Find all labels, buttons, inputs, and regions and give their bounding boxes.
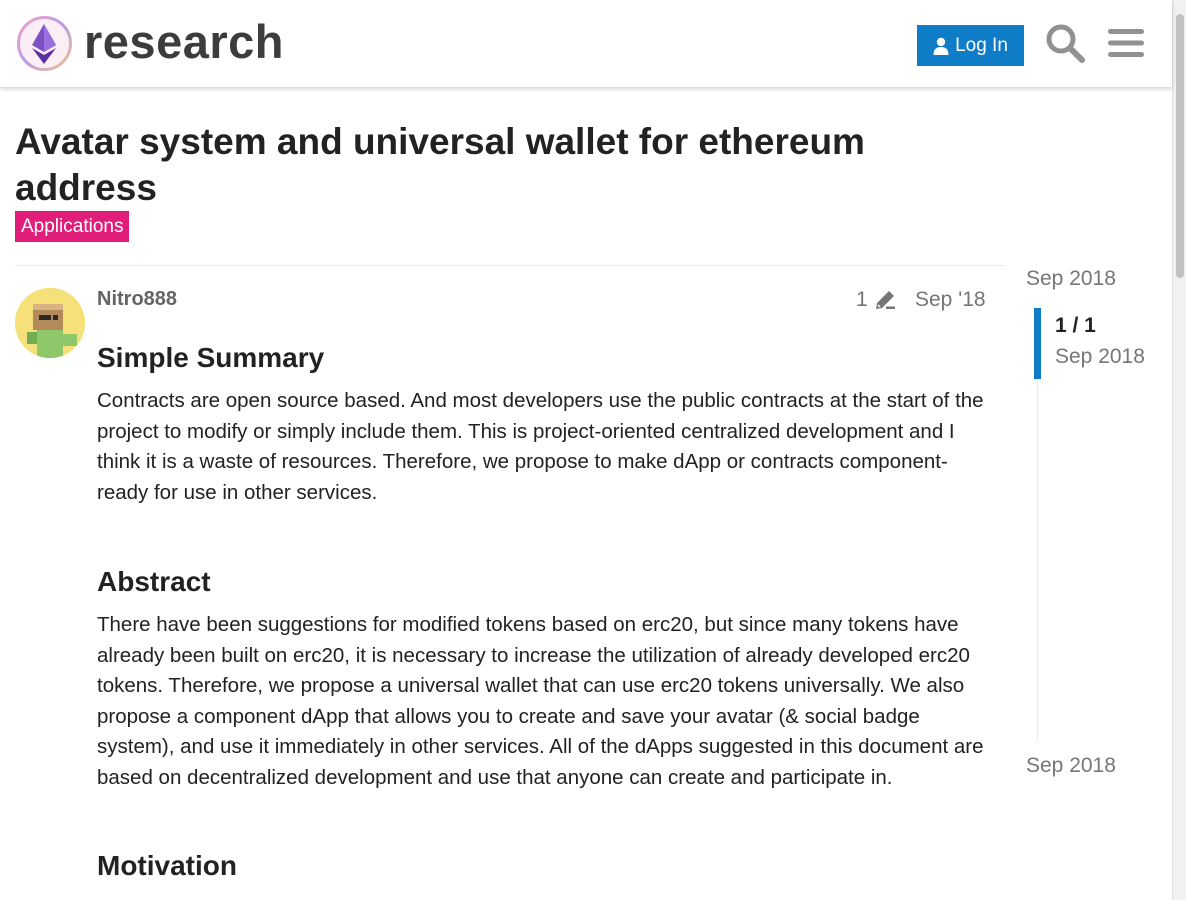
edit-history-button[interactable]: 1	[856, 288, 896, 312]
log-in-label: Log In	[955, 34, 1008, 56]
search-icon	[1046, 24, 1085, 63]
search-button[interactable]	[1042, 19, 1088, 67]
timeline-end-date[interactable]: Sep 2018	[1026, 754, 1116, 778]
user-icon	[933, 37, 949, 55]
section-heading-motivation: Motivation	[97, 850, 237, 881]
timeline-scroll-handle[interactable]	[1034, 308, 1041, 379]
logo-text: research	[84, 15, 284, 68]
title-divider	[15, 265, 1005, 266]
edit-count: 1	[856, 288, 868, 311]
topic-title[interactable]: Avatar system and universal wallet for e…	[15, 119, 975, 211]
user-avatar[interactable]	[15, 288, 85, 358]
section-text-simple-summary: Contracts are open source based. And mos…	[97, 389, 984, 504]
site-logo[interactable]: research	[16, 15, 284, 72]
timeline-post-position: 1 / 1	[1055, 314, 1096, 337]
site-header: research Log In	[0, 0, 1172, 87]
pencil-icon	[875, 291, 895, 309]
hamburger-menu-button[interactable]	[1103, 19, 1149, 67]
hamburger-menu-icon	[1108, 29, 1144, 57]
page-scrollbar[interactable]	[1172, 0, 1186, 900]
section-text-abstract: There have been suggestions for modified…	[97, 613, 984, 789]
section-heading-simple-summary: Simple Summary	[97, 342, 325, 373]
scrollbar-thumb[interactable]	[1176, 14, 1184, 278]
log-in-button[interactable]: Log In	[917, 25, 1024, 66]
section-heading-abstract: Abstract	[97, 566, 211, 597]
timeline-start-date[interactable]: Sep 2018	[1026, 267, 1116, 291]
post-date[interactable]: Sep '18	[915, 288, 986, 312]
robot-avatar-icon	[15, 288, 85, 358]
post-username[interactable]: Nitro888	[97, 288, 177, 311]
category-badge[interactable]: Applications	[15, 211, 130, 242]
ethereum-research-logo-icon	[17, 16, 72, 71]
post-body: Simple Summary Contracts are open source…	[97, 340, 992, 884]
timeline-current-date: Sep 2018	[1055, 345, 1145, 368]
